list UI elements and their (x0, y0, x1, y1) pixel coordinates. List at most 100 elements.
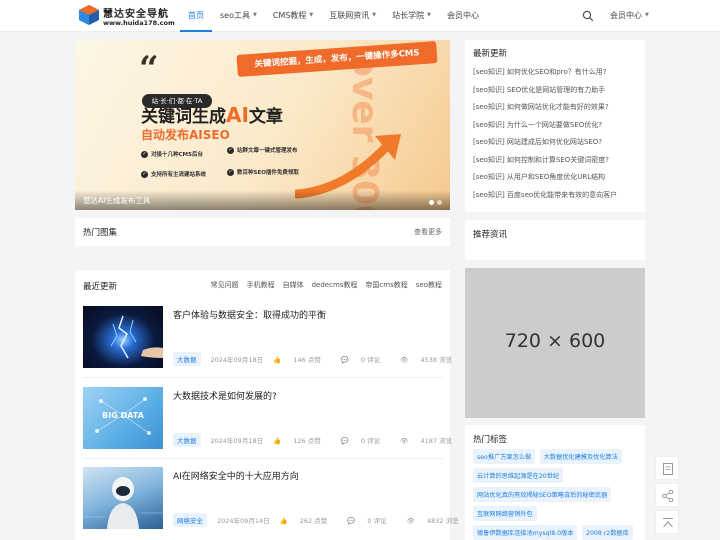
ad-placeholder[interactable]: 720 × 600 (465, 268, 645, 418)
back-to-top-icon (663, 518, 673, 528)
eye-icon: 👁 (400, 437, 409, 445)
hot-images-panel: 热门图集 查看更多 (75, 218, 450, 246)
slider-dot[interactable] (437, 200, 442, 205)
member-label: 会员中心 (610, 11, 642, 20)
tab-seo[interactable]: seo教程 (416, 280, 442, 290)
nav-item-seo-tools[interactable]: seo工具 ▼ (212, 0, 265, 32)
tag-item[interactable]: 德鲁伊数据库连接池mysql8.0版本 (473, 525, 578, 540)
eye-icon: 👁 (400, 356, 409, 364)
nav-item-internet-news[interactable]: 互联网资讯 ▼ (321, 0, 384, 32)
divider (83, 377, 443, 378)
recent-updates-panel: 最近更新 常见问题 手机教程 自媒体 dedecms教程 帝国cms教程 seo… (75, 270, 459, 540)
tab-dedecms[interactable]: dedecms教程 (312, 280, 358, 290)
slider-dot-active[interactable] (429, 200, 434, 205)
post-views-count: 4832 浏览 (426, 517, 459, 525)
chevron-down-icon: ▼ (372, 12, 377, 18)
big-data-image-icon: BIG DATA (95, 397, 151, 435)
post-date: 2024年09月18日 (210, 356, 264, 364)
tag-item[interactable]: 2008 r2数据库 (582, 525, 633, 540)
latest-item[interactable]: [seo知识] 为什么一个网站要做SEO优化? (473, 120, 637, 138)
recommend-panel: 推荐资讯 (465, 220, 645, 260)
post-title[interactable]: 大数据技术是如何发展的? (173, 389, 277, 402)
nav-item-member-center[interactable]: 会员中心 (439, 0, 487, 32)
latest-item[interactable]: [seo知识] 如何做网站优化才能有好的效果? (473, 102, 637, 120)
headline-ai: AI (226, 103, 249, 127)
tab-empire-cms[interactable]: 帝国cms教程 (365, 280, 407, 290)
back-to-top-button[interactable] (655, 510, 679, 534)
post-thumbnail[interactable] (83, 467, 163, 529)
tag-cloud: seo推广方案怎么做 大数据优化建模及优化算法 云计算的思维起源是在20世纪 网… (473, 449, 637, 540)
latest-item[interactable]: [seo知识] 如何控制和计算SEO关键词密度? (473, 155, 637, 173)
main-nav: 首页 seo工具 ▼ CMS教程 ▼ 互联网资讯 ▼ 站长学院 ▼ 会员中心 (180, 0, 487, 32)
nav-label: 会员中心 (447, 11, 479, 20)
post-likes: 👍 146 点赞 (273, 354, 331, 364)
latest-item[interactable]: [seo知识] 从用户和SEO角度优化URL结构 (473, 172, 637, 190)
post-views-count: 4538 浏览 (420, 356, 453, 364)
latest-item[interactable]: [seo知识] 网站建成后如何优化网站SEO? (473, 137, 637, 155)
share-button[interactable] (655, 483, 679, 507)
tag-item[interactable]: 网站优化真的有效揭秘SEO策略背后的秘密武器 (473, 487, 612, 502)
thumbs-up-icon: 👍 (279, 517, 288, 525)
post-views: 👁 4538 浏览 (400, 354, 462, 364)
post-title[interactable]: AI在网络安全中的十大应用方向 (173, 469, 299, 482)
logo-title: 慧达安全导航 (103, 9, 169, 20)
post-item[interactable]: BIG DATA 大数据技术是如何发展的? 大数据 2024年09月18日 👍 … (83, 387, 452, 449)
thumbs-up-icon: 👍 (273, 437, 282, 445)
latest-item[interactable]: [seo知识] SEO优化是网站管理的有力助手 (473, 85, 637, 103)
banner-headline: 关键词生成AI文章 (141, 102, 283, 127)
hero-banner[interactable]: over 30000 “ 关键词挖掘，生成，发布，一键操作多CMS 站·长·们·… (75, 40, 450, 210)
tag-item[interactable]: 互联网网络营销外包 (473, 506, 537, 521)
tag-item[interactable]: 大数据优化建模及优化算法 (539, 449, 622, 464)
search-icon[interactable] (582, 10, 594, 22)
post-likes: 👍 262 点赞 (280, 515, 338, 525)
post-likes-count: 146 点赞 (293, 356, 321, 364)
nav-label: seo工具 (220, 11, 250, 20)
check-icon: ✓ (227, 147, 234, 154)
quote-mark-icon: “ (139, 49, 159, 89)
post-likes: 👍 126 点赞 (273, 435, 331, 445)
post-comments-count: 0 评论 (360, 437, 381, 445)
eye-icon: 👁 (406, 517, 415, 525)
top-header: 慧达安全导航 www.huida178.com 首页 seo工具 ▼ CMS教程 ▼… (0, 0, 720, 32)
banner-subhead: 自动发布AISEO (141, 128, 230, 142)
tab-self-media[interactable]: 自媒体 (283, 280, 304, 290)
tab-faq[interactable]: 常见问题 (211, 280, 239, 290)
nav-item-cms-tutorials[interactable]: CMS教程 ▼ (265, 0, 321, 32)
latest-updates-panel: 最新更新 [seo知识] 如何优化SEO和pro？有什么用? [seo知识] S… (465, 40, 645, 212)
nav-label: 首页 (188, 11, 204, 20)
nav-item-webmaster-academy[interactable]: 站长学院 ▼ (384, 0, 439, 32)
post-category[interactable]: 大数据 (173, 352, 201, 366)
site-logo[interactable]: 慧达安全导航 www.huida178.com (78, 4, 178, 28)
post-date: 2024年09月14日 (217, 517, 270, 525)
nav-label: CMS教程 (272, 11, 307, 20)
headline-pre: 关键词生成 (141, 107, 226, 127)
post-date: 2024年09月18日 (210, 437, 264, 445)
tab-mobile[interactable]: 手机教程 (247, 280, 275, 290)
nav-item-home[interactable]: 首页 (180, 0, 212, 32)
post-thumbnail[interactable]: BIG DATA (83, 387, 163, 449)
latest-item[interactable]: [seo知识] 百度seo优化能带来有效的意向客户 (473, 190, 637, 208)
nav-label: 站长学院 (392, 11, 425, 20)
post-thumbnail[interactable] (83, 306, 163, 368)
svg-text:BIG DATA: BIG DATA (102, 411, 144, 420)
latest-item[interactable]: [seo知识] 如何优化SEO和pro？有什么用? (473, 67, 637, 85)
post-title[interactable]: 客户体验与数据安全：取得成功的平衡 (173, 308, 326, 321)
banner-feature: ✓ 数百种SEO插件免费领取 (227, 168, 299, 176)
feature-label: 对接十几种CMS后台 (151, 152, 203, 158)
chevron-down-icon: ▼ (427, 12, 431, 18)
post-comments: 💬 0 评论 (341, 354, 390, 364)
bookmark-button[interactable] (655, 456, 679, 480)
check-icon: ✓ (141, 151, 148, 158)
comment-icon: 💬 (340, 356, 349, 364)
tag-item[interactable]: 云计算的思维起源是在20世纪 (473, 468, 564, 483)
post-item[interactable]: AI在网络安全中的十大应用方向 网络安全 2024年09月14日 👍 262 点… (83, 467, 459, 529)
feature-label: 支持所有主流建站系统 (151, 172, 207, 178)
post-category[interactable]: 网络安全 (173, 513, 207, 527)
post-item[interactable]: 客户体验与数据安全：取得成功的平衡 大数据 2024年09月18日 👍 146 … (83, 306, 452, 368)
comment-icon: 💬 (347, 517, 356, 525)
view-more-link[interactable]: 查看更多 (414, 227, 442, 237)
post-category[interactable]: 大数据 (173, 433, 201, 447)
tag-item[interactable]: seo推广方案怎么做 (473, 449, 536, 464)
recent-title: 最近更新 (83, 282, 118, 292)
member-menu[interactable]: 会员中心 ▼ (610, 0, 649, 32)
